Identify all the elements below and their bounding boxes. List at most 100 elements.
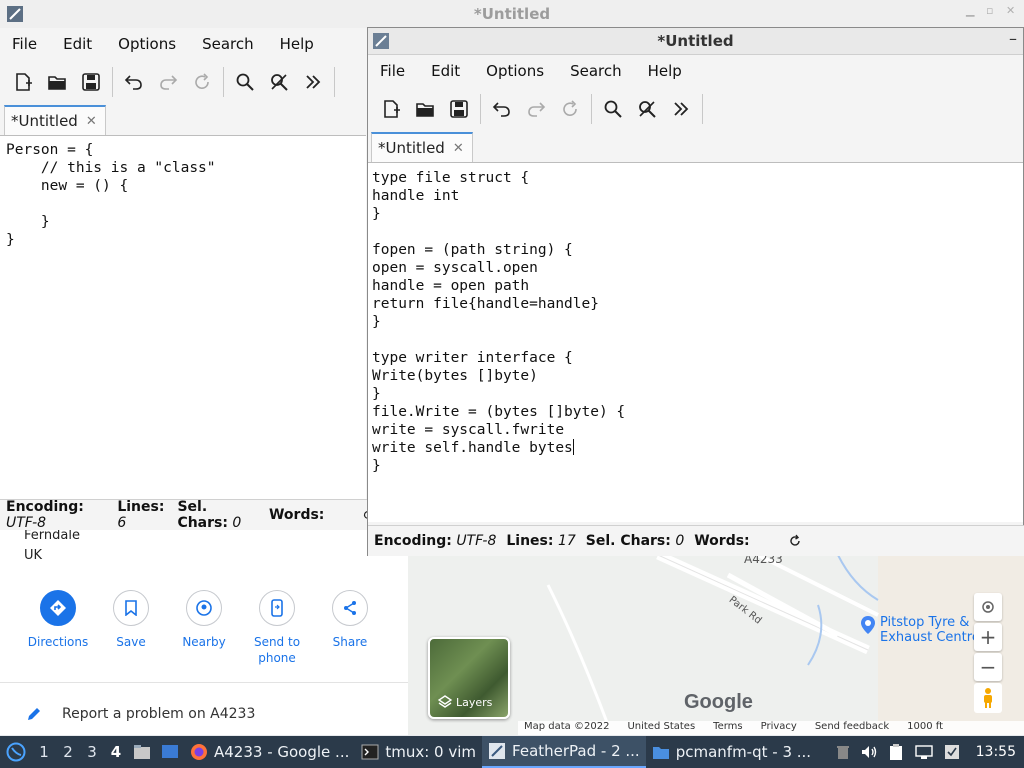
editor-line-text: new = () { bbox=[6, 178, 129, 194]
editor-line-text: } bbox=[372, 386, 381, 402]
tab-close-icon[interactable]: ✕ bbox=[86, 114, 97, 129]
find-button[interactable] bbox=[596, 92, 630, 126]
minimize-icon[interactable]: ▁ bbox=[966, 5, 976, 16]
task-featherpad[interactable]: FeatherPad - 2 ... bbox=[482, 736, 646, 768]
scale-label[interactable]: 1000 ft bbox=[907, 721, 943, 735]
privacy-link[interactable]: Privacy bbox=[761, 721, 797, 735]
editor-line-text: } bbox=[372, 314, 381, 330]
clipboard-icon[interactable] bbox=[888, 743, 904, 761]
workspace-1[interactable]: 1 bbox=[32, 743, 56, 761]
menu-help[interactable]: Help bbox=[648, 62, 682, 80]
nearby-button[interactable]: Nearby bbox=[164, 590, 244, 650]
replace-icon bbox=[639, 101, 656, 118]
trash-icon[interactable] bbox=[836, 744, 850, 760]
replace-button[interactable] bbox=[630, 92, 664, 126]
menu-edit[interactable]: Edit bbox=[431, 62, 460, 80]
menu-help[interactable]: Help bbox=[280, 35, 314, 53]
reload-button[interactable] bbox=[185, 65, 219, 99]
directions-button[interactable]: Directions bbox=[18, 590, 98, 650]
refresh-count-icon[interactable] bbox=[788, 534, 802, 548]
editor-line-text: write = syscall.fwrite bbox=[372, 422, 565, 438]
minimize-icon[interactable]: – bbox=[1009, 29, 1017, 48]
window-titlebar[interactable]: *Untitled – bbox=[368, 28, 1023, 55]
file-manager-launcher[interactable] bbox=[128, 744, 156, 760]
menu-file[interactable]: File bbox=[12, 35, 37, 53]
share-label: Share bbox=[332, 635, 368, 649]
redo-button[interactable] bbox=[151, 65, 185, 99]
background-window-titlebar[interactable]: *Untitled ▁ ▫ ✕ bbox=[0, 0, 1024, 29]
send-feedback-link[interactable]: Send feedback bbox=[815, 721, 889, 735]
menu-search[interactable]: Search bbox=[202, 35, 254, 53]
start-menu-button[interactable] bbox=[0, 736, 32, 768]
workspace-3[interactable]: 3 bbox=[80, 743, 104, 761]
network-icon[interactable] bbox=[914, 744, 934, 760]
zoom-in-button[interactable]: + bbox=[974, 623, 1002, 651]
new-file-button[interactable] bbox=[374, 92, 408, 126]
encoding-value: UTF-8 bbox=[6, 515, 47, 531]
divider bbox=[0, 682, 408, 683]
find-button[interactable] bbox=[228, 65, 262, 99]
open-file-button[interactable] bbox=[408, 92, 442, 126]
tab-untitled[interactable]: *Untitled ✕ bbox=[4, 105, 106, 135]
undo-icon bbox=[492, 102, 510, 117]
terms-link[interactable]: Terms bbox=[713, 721, 742, 735]
street-view-pegman[interactable] bbox=[974, 683, 1002, 713]
tab-untitled[interactable]: *Untitled ✕ bbox=[371, 132, 473, 162]
zoom-out-button[interactable]: − bbox=[974, 653, 1002, 681]
workspace-2[interactable]: 2 bbox=[56, 743, 80, 761]
replace-icon bbox=[271, 74, 288, 91]
open-file-button[interactable] bbox=[40, 65, 74, 99]
save-place-button[interactable]: Save bbox=[91, 590, 171, 650]
restore-icon[interactable]: ▫ bbox=[986, 5, 996, 16]
poi-pitstop[interactable]: Pitstop Tyre & Exhaust Centre bbox=[860, 615, 990, 645]
menu-search[interactable]: Search bbox=[570, 62, 622, 80]
send-to-phone-button[interactable]: Send to phone bbox=[237, 590, 317, 666]
plus-icon: + bbox=[979, 625, 997, 649]
menu-file[interactable]: File bbox=[380, 62, 405, 80]
region-link[interactable]: United States bbox=[627, 721, 695, 735]
more-tools-button[interactable] bbox=[296, 65, 330, 99]
toolbar-separator bbox=[702, 94, 703, 124]
text-editor[interactable]: Person = { // this is a "class" new = ()… bbox=[0, 135, 366, 499]
undo-button[interactable] bbox=[117, 65, 151, 99]
show-desktop-button[interactable] bbox=[156, 744, 184, 760]
menu-edit[interactable]: Edit bbox=[63, 35, 92, 53]
status-bar: Encoding: UTF-8 Lines: 6 Sel. Chars: 0 W… bbox=[0, 499, 374, 531]
volume-icon[interactable] bbox=[860, 744, 878, 760]
more-tools-button[interactable] bbox=[664, 92, 698, 126]
my-location-button[interactable] bbox=[974, 593, 1002, 621]
sel-chars-label: Sel. Chars: bbox=[177, 499, 228, 531]
task-firefox[interactable]: A4233 - Google ... bbox=[184, 736, 355, 768]
reload-button[interactable] bbox=[553, 92, 587, 126]
close-icon[interactable]: ✕ bbox=[1006, 5, 1016, 16]
redo-button[interactable] bbox=[519, 92, 553, 126]
toolbar-separator bbox=[591, 94, 592, 124]
share-button[interactable]: Share bbox=[310, 590, 390, 650]
text-editor[interactable]: type file struct {handle int} fopen = (pa… bbox=[368, 162, 1023, 522]
save-button[interactable] bbox=[442, 92, 476, 126]
new-file-button[interactable] bbox=[6, 65, 40, 99]
clock[interactable]: 13:55 bbox=[976, 744, 1016, 760]
map-canvas[interactable]: A4233 Park Rd Pitstop Tyre & Exhaust Cen… bbox=[408, 555, 1024, 735]
workspace-4[interactable]: 4 bbox=[104, 743, 128, 761]
sel-chars-value: 0 bbox=[232, 515, 242, 531]
editor-line: open = syscall.open bbox=[372, 259, 1023, 277]
editor-line-text: type file struct { bbox=[372, 170, 530, 186]
words-label: Words: bbox=[694, 533, 750, 549]
task-terminal[interactable]: tmux: 0 vim bbox=[355, 736, 482, 768]
task-pcmanfm[interactable]: pcmanfm-qt - 3 ... bbox=[646, 736, 817, 768]
tab-close-icon[interactable]: ✕ bbox=[453, 141, 464, 156]
menu-options[interactable]: Options bbox=[486, 62, 544, 80]
update-notifier-icon[interactable] bbox=[944, 744, 960, 760]
my-location-icon bbox=[982, 601, 994, 613]
save-button[interactable] bbox=[74, 65, 108, 99]
editor-line-text: file.Write = (bytes []byte) { bbox=[372, 404, 626, 420]
undo-button[interactable] bbox=[485, 92, 519, 126]
editor-line: } bbox=[372, 385, 1023, 403]
layers-button[interactable]: Layers bbox=[428, 637, 510, 719]
replace-button[interactable] bbox=[262, 65, 296, 99]
report-problem-link[interactable]: Report a problem on A4233 bbox=[26, 706, 255, 722]
menu-options[interactable]: Options bbox=[118, 35, 176, 53]
